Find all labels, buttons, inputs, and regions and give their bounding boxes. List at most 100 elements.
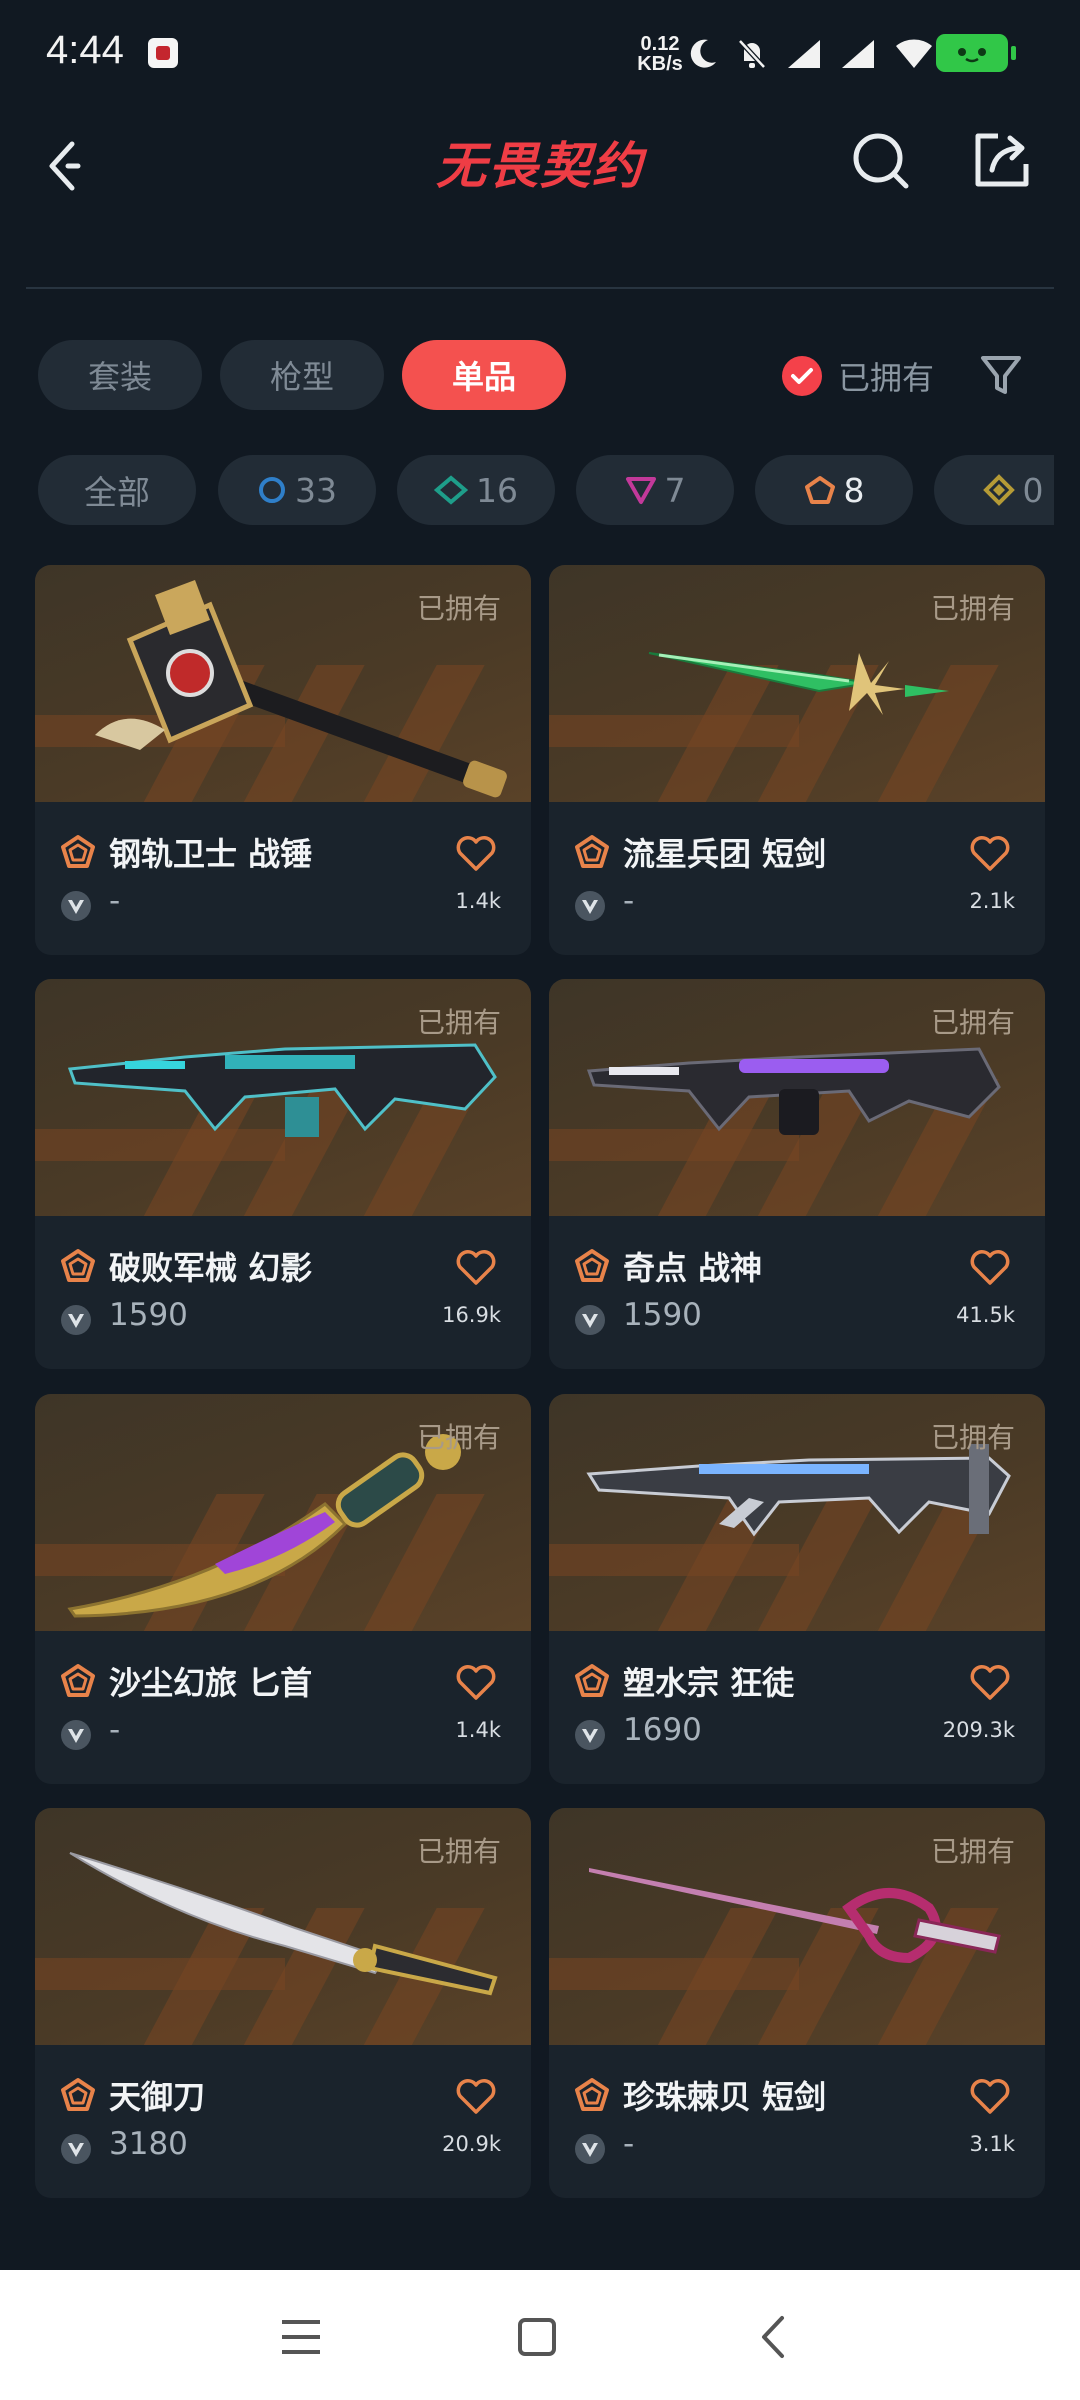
- back-button[interactable]: [38, 124, 98, 204]
- status-icons: [688, 34, 934, 74]
- item-card[interactable]: 已拥有 塑水宗 狂徒 1690 209.3k: [549, 1394, 1045, 1784]
- deluxe-tier-icon: [434, 475, 468, 505]
- tier-filter-bar: 全部 33 16 7 8 0: [38, 455, 1054, 525]
- exclusive-tier-icon: [61, 1249, 95, 1282]
- item-name: 珍珠棘贝 短剑: [623, 2078, 827, 2116]
- valorant-points-icon: [575, 1305, 605, 1335]
- filter-button[interactable]: [978, 352, 1024, 398]
- like-count: 16.9k: [442, 1303, 501, 1327]
- item-card[interactable]: 已拥有 天御刀 3180 20.9k: [35, 1808, 531, 2198]
- status-time: 4:44: [46, 28, 124, 72]
- check-icon: [782, 356, 822, 396]
- search-button[interactable]: [848, 128, 914, 194]
- like-count: 2.1k: [969, 889, 1015, 913]
- exclusive-tier-icon: [61, 835, 95, 868]
- exclusive-tier-icon: [61, 1664, 95, 1697]
- share-icon: [975, 133, 1029, 187]
- like-count: 209.3k: [942, 1718, 1015, 1742]
- valorant-points-icon: [61, 891, 91, 921]
- exclusive-tier-icon: [61, 2078, 95, 2111]
- select-tier-icon: [259, 477, 285, 503]
- item-price: 3180: [109, 2126, 188, 2162]
- heart-icon[interactable]: [969, 2076, 1011, 2116]
- tier-chip-ultra[interactable]: 0: [934, 455, 1054, 525]
- item-name: 流星兵团 短剑: [623, 835, 827, 873]
- premium-tier-icon: [625, 477, 656, 504]
- like-count: 1.4k: [455, 889, 501, 913]
- ultra-tier-icon: [982, 474, 1015, 506]
- item-card[interactable]: 已拥有 珍珠棘贝 短剑 - 3.1k: [549, 1808, 1045, 2198]
- owned-filter-toggle[interactable]: 已拥有: [782, 348, 934, 404]
- item-price: 1590: [623, 1297, 702, 1333]
- menu-icon: [282, 2320, 320, 2354]
- share-button[interactable]: [970, 126, 1036, 192]
- valorant-points-icon: [575, 2134, 605, 2164]
- heart-icon[interactable]: [969, 833, 1011, 873]
- header-divider: [26, 287, 1054, 289]
- filter-funnel-icon: [981, 356, 1021, 394]
- item-price: 1690: [623, 1712, 702, 1748]
- weapon-image: 已拥有: [549, 565, 1045, 802]
- moon-icon: [690, 39, 716, 68]
- item-card[interactable]: 已拥有 沙尘幻旅 匕首 - 1.4k: [35, 1394, 531, 1784]
- heart-icon[interactable]: [455, 1247, 497, 1287]
- recents-button[interactable]: [276, 2312, 326, 2362]
- wifi-icon: [896, 39, 932, 68]
- tab-single-items[interactable]: 单品: [402, 340, 566, 410]
- exclusive-tier-icon: [575, 1664, 609, 1697]
- heart-icon[interactable]: [455, 833, 497, 873]
- exclusive-tier-icon: [575, 1249, 609, 1282]
- owned-tag: 已拥有: [416, 1421, 501, 1454]
- exclusive-tier-icon: [575, 2078, 609, 2111]
- back-chevron-icon: [762, 2316, 784, 2358]
- owned-tag: 已拥有: [930, 592, 1015, 625]
- heart-icon[interactable]: [969, 1662, 1011, 1702]
- tier-chip-select[interactable]: 33: [218, 455, 376, 525]
- item-price: -: [623, 2126, 635, 2162]
- weapon-image: 已拥有: [549, 1394, 1045, 1631]
- search-icon: [853, 133, 909, 189]
- item-card[interactable]: 已拥有 钢轨卫士 战锤 - 1.4k: [35, 565, 531, 955]
- owned-tag: 已拥有: [416, 1835, 501, 1868]
- heart-icon[interactable]: [455, 1662, 497, 1702]
- weapon-image: 已拥有: [35, 1394, 531, 1631]
- top-bar: 无畏契约: [0, 110, 1080, 289]
- tier-chip-deluxe[interactable]: 16: [397, 455, 555, 525]
- owned-filter-label: 已拥有: [838, 359, 935, 397]
- tier-chip-exclusive[interactable]: 8: [755, 455, 913, 525]
- system-back-button[interactable]: [750, 2312, 800, 2362]
- mute-bell-icon: [738, 39, 766, 69]
- weapon-image: 已拥有: [35, 979, 531, 1216]
- item-card[interactable]: 已拥有流星兵团 短剑 - 2.1k: [549, 565, 1045, 955]
- item-card[interactable]: 已拥有 奇点 战神 1590 41.5k: [549, 979, 1045, 1369]
- item-price: -: [623, 883, 635, 919]
- exclusive-tier-icon: [575, 835, 609, 868]
- exclusive-tier-icon: [804, 476, 835, 504]
- battery-icon: [936, 34, 1016, 72]
- signal-2-icon: [842, 40, 874, 68]
- valorant-points-icon: [61, 1720, 91, 1750]
- owned-tag: 已拥有: [416, 1006, 501, 1039]
- back-arrow-icon: [49, 141, 81, 191]
- like-count: 1.4k: [455, 1718, 501, 1742]
- weapon-image: 已拥有: [549, 979, 1045, 1216]
- item-price: 1590: [109, 1297, 188, 1333]
- item-name: 天御刀: [109, 2078, 206, 2116]
- tier-chip-premium[interactable]: 7: [576, 455, 734, 525]
- item-name: 沙尘幻旅 匕首: [109, 1664, 313, 1702]
- valorant-points-icon: [575, 891, 605, 921]
- weapon-image: 已拥有: [549, 1808, 1045, 2045]
- heart-icon[interactable]: [969, 1247, 1011, 1287]
- signal-icon: [788, 40, 820, 68]
- tab-bundles[interactable]: 套装: [38, 340, 202, 410]
- notification-app-icon: [148, 38, 178, 68]
- item-name: 奇点 战神: [623, 1249, 763, 1287]
- valorant-points-icon: [61, 1305, 91, 1335]
- item-card[interactable]: 已拥有 破败军械 幻影 1590 16.9k: [35, 979, 531, 1369]
- owned-tag: 已拥有: [930, 1835, 1015, 1868]
- heart-icon[interactable]: [455, 2076, 497, 2116]
- system-nav-bar: [0, 2270, 1080, 2400]
- tier-chip-all[interactable]: 全部: [38, 455, 196, 525]
- home-button[interactable]: [512, 2312, 562, 2362]
- tab-weapon-type[interactable]: 枪型: [220, 340, 384, 410]
